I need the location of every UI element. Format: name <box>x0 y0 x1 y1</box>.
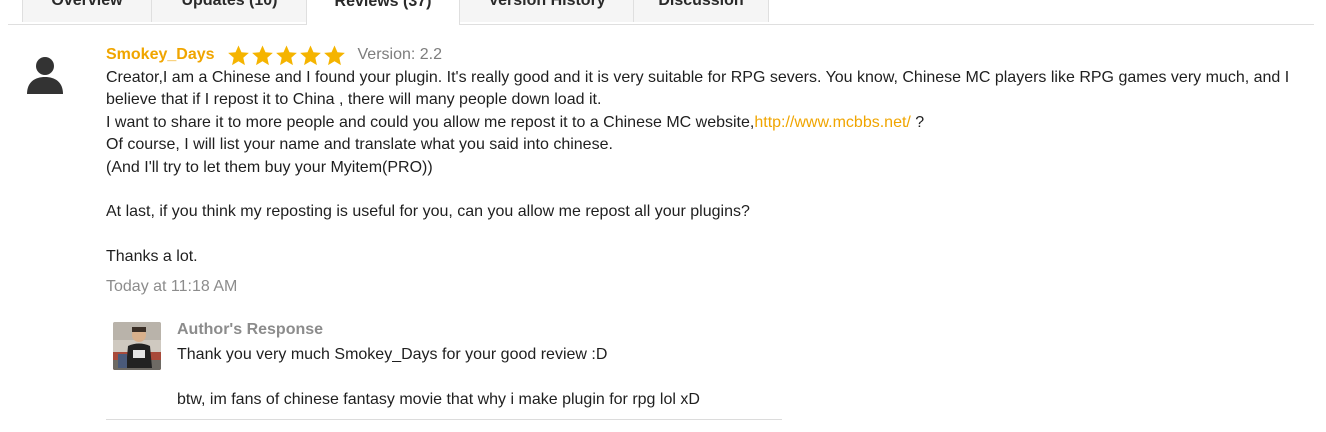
tab-overview[interactable]: Overview <box>22 0 152 22</box>
review-timestamp[interactable]: Today at 11:18 AM <box>106 278 237 296</box>
review-line-text: I want to share it to more people and co… <box>106 113 755 131</box>
user-silhouette-icon[interactable] <box>24 54 66 96</box>
star-icon <box>275 44 297 65</box>
star-icon <box>299 44 321 65</box>
star-rating <box>227 44 346 67</box>
review-line: At last, if you think my reposting is us… <box>106 203 750 221</box>
star-icon <box>251 44 273 65</box>
reviewer-username[interactable]: Smokey_Days <box>106 46 215 64</box>
author-avatar[interactable] <box>113 322 161 370</box>
review-line-text: ? <box>910 113 925 131</box>
review-line: I want to share it to more people and co… <box>106 112 1306 134</box>
tab-reviews[interactable]: Reviews (37) <box>306 0 460 25</box>
star-icon <box>227 44 249 65</box>
response-line: Thank you very much Smokey_Days for your… <box>177 346 608 363</box>
divider <box>106 419 782 420</box>
response-line: btw, im fans of chinese fantasy movie th… <box>177 390 700 408</box>
tab-bar: Overview Updates (10) Reviews (37) Versi… <box>8 0 1314 25</box>
review-body: Creator,I am a Chinese and I found your … <box>106 67 1306 269</box>
tab-version-history[interactable]: Version History <box>459 0 635 22</box>
star-icon <box>323 44 345 65</box>
review-line: Of course, I will list your name and tra… <box>106 136 613 154</box>
review-header: Smokey_Days Version: 2.2 <box>106 42 442 68</box>
author-response-title: Author's Response <box>177 321 324 338</box>
review-line: Thanks a lot. <box>106 248 198 266</box>
resource-page: Overview Updates (10) Reviews (37) Versi… <box>0 0 1326 432</box>
review-version: Version: 2.2 <box>357 46 443 63</box>
website-link[interactable]: http://www.mcbbs.net/ <box>754 114 911 131</box>
author-response-body: Thank you very much Smokey_Days for your… <box>177 344 817 411</box>
tab-updates[interactable]: Updates (10) <box>151 0 308 22</box>
review-line: Creator,I am a Chinese and I found your … <box>106 69 1290 109</box>
review-line: (And I'll try to let them buy your Myite… <box>106 158 433 176</box>
tab-discussion[interactable]: Discussion <box>633 0 769 22</box>
